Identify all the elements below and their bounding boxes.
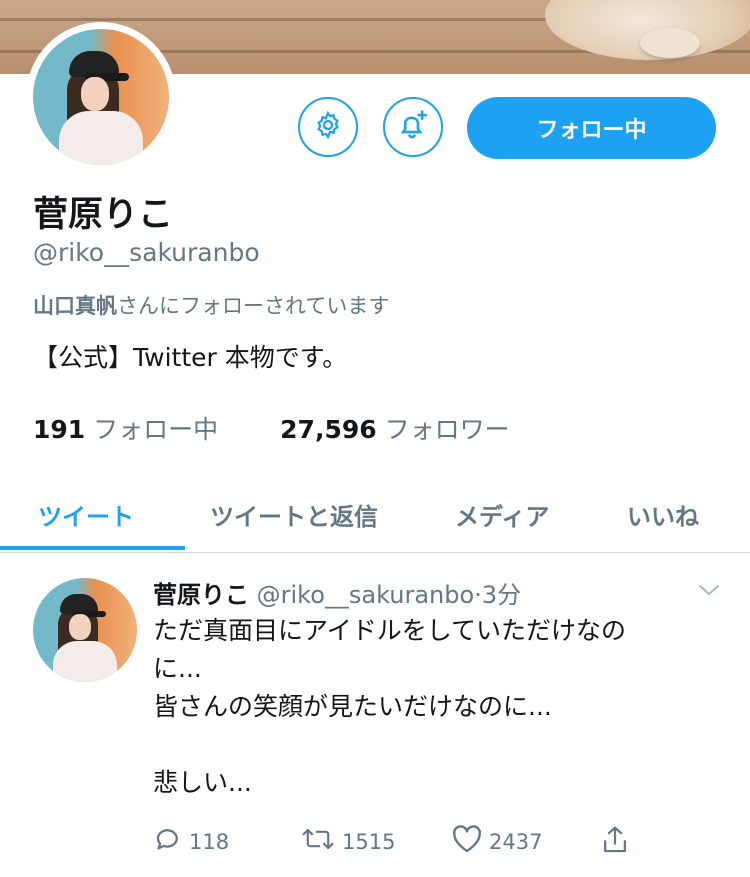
share-button[interactable] [600, 824, 630, 861]
heart-icon [451, 824, 483, 859]
tweet-line [153, 726, 733, 764]
following-count: 191 [33, 415, 86, 444]
tab-tweets-and-replies[interactable]: ツイートと返信 [210, 476, 378, 552]
retweet-button[interactable]: 1515 [300, 824, 395, 859]
followers-stat[interactable]: 27,596 フォロワー [280, 415, 509, 444]
avatar-image [33, 29, 169, 165]
following-button[interactable]: フォロー中 [467, 97, 716, 159]
tweet-line: ただ真面目にアイドルをしていただけなの [153, 616, 627, 645]
tweet-line: 皆さんの笑顔が見たいだけなのに... [153, 692, 552, 721]
profile-tabs: ツイート ツイートと返信 メディア いいね [0, 476, 750, 553]
reply-icon [153, 824, 183, 859]
notification-button[interactable] [383, 97, 443, 157]
active-tab-indicator [0, 546, 185, 550]
settings-button[interactable] [298, 97, 358, 157]
tweet-header: 菅原りこ @riko__sakuranbo·3分 [153, 575, 521, 610]
followed-by-user[interactable]: 山口真帆 [33, 294, 117, 318]
followers-count: 27,596 [280, 415, 377, 444]
profile-handle: @riko__sakuranbo [33, 238, 260, 267]
chevron-down-icon [698, 582, 720, 601]
profile-avatar[interactable] [26, 22, 176, 172]
followed-by-note: 山口真帆さんにフォローされています [33, 290, 389, 320]
retweet-count: 1515 [342, 829, 396, 854]
like-count: 2437 [489, 829, 543, 854]
reply-count: 118 [189, 829, 230, 854]
tab-media[interactable]: メディア [455, 476, 549, 552]
tweet-text: ただ真面目にアイドルをしていただけなの に... 皆さんの笑顔が見たいだけなのに… [153, 612, 733, 802]
tweet-avatar[interactable] [33, 578, 137, 682]
reply-button[interactable]: 118 [153, 824, 229, 859]
profile-bio: 【公式】Twitter 本物です。 [33, 343, 348, 372]
tweet-line: に... [153, 654, 202, 683]
profile-stats: 191 フォロー中 27,596 フォロワー [33, 410, 510, 446]
like-button[interactable]: 2437 [451, 824, 542, 859]
tweet-author-handle[interactable]: @riko__sakuranbo [257, 581, 475, 609]
followed-by-suffix: さんにフォローされています [117, 294, 390, 318]
tweet-menu-button[interactable] [698, 582, 720, 601]
following-label: フォロー中 [93, 415, 219, 444]
tweet-time[interactable]: 3分 [482, 581, 521, 609]
bell-plus-icon [396, 108, 430, 146]
following-stat[interactable]: 191 フォロー中 [33, 415, 218, 444]
banner-cat-paw [640, 28, 700, 58]
tab-likes[interactable]: いいね [627, 476, 699, 552]
followers-label: フォロワー [384, 415, 510, 444]
gear-icon [313, 110, 343, 144]
share-icon [600, 824, 630, 861]
tab-tweets[interactable]: ツイート [38, 476, 134, 552]
profile-name: 菅原りこ [33, 195, 174, 235]
retweet-icon [300, 824, 336, 859]
tweet-actions: 118 1515 2437 [153, 824, 653, 860]
tweet-line: 悲しい... [153, 768, 252, 797]
tweet-author-name[interactable]: 菅原りこ [153, 581, 249, 609]
following-button-label: フォロー中 [536, 118, 647, 143]
tweet-separator: · [474, 581, 482, 609]
